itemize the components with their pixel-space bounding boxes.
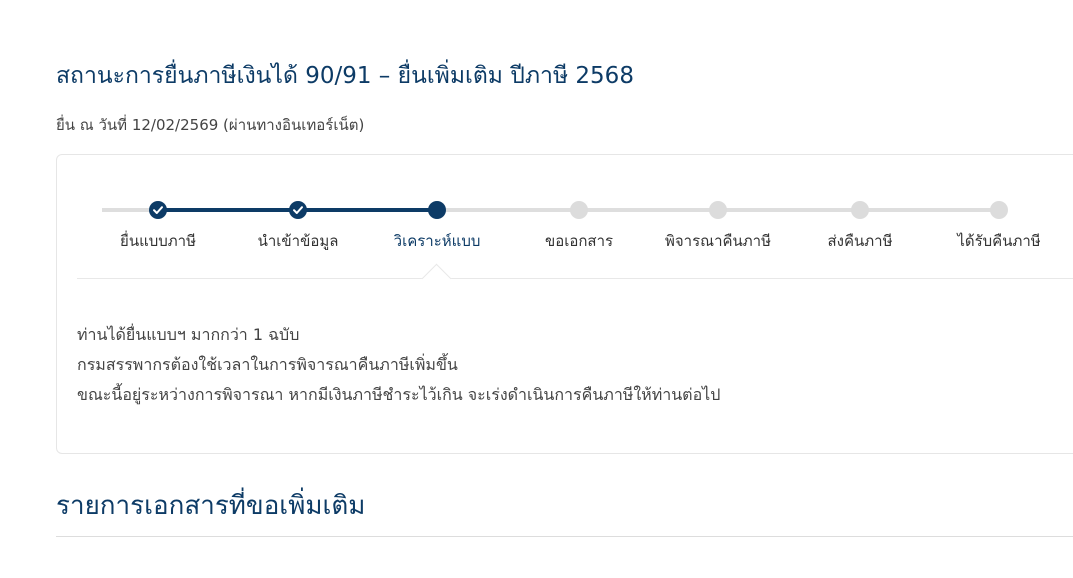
status-message-line: ท่านได้ยื่นแบบฯ มากกว่า 1 ฉบับ — [77, 325, 300, 344]
step-dot-send-refund — [851, 201, 869, 219]
step-dot-request-documents — [570, 201, 588, 219]
step-label-review-refund: พิจารณาคืนภาษี — [665, 232, 771, 250]
step-label-refund-received: ได้รับคืนภาษี — [957, 232, 1041, 250]
step-label-analyze: วิเคราะห์แบบ — [393, 232, 481, 250]
status-message-line: กรมสรรพากรต้องใช้เวลาในการพิจารณาคืนภาษี… — [77, 355, 458, 374]
page: สถานะการยื่นภาษีเงินได้ 90/91 – ยื่นเพิ่… — [0, 0, 1073, 578]
check-icon — [293, 206, 303, 214]
section-divider — [56, 536, 1073, 537]
step-label-file-return: ยื่นแบบภาษี — [120, 232, 196, 250]
step-label-request-documents: ขอเอกสาร — [544, 232, 614, 250]
status-message: ท่านได้ยื่นแบบฯ มากกว่า 1 ฉบับ กรมสรรพาก… — [77, 320, 720, 410]
step-dot-refund-received — [990, 201, 1008, 219]
step-dot-review-refund — [709, 201, 727, 219]
documents-section-title: รายการเอกสารที่ขอเพิ่มเติม — [56, 491, 366, 521]
card-divider — [77, 278, 1073, 279]
step-dot-import-data — [289, 201, 307, 219]
step-label-send-refund: ส่งคืนภาษี — [827, 232, 893, 250]
page-title: สถานะการยื่นภาษีเงินได้ 90/91 – ยื่นเพิ่… — [56, 63, 634, 89]
step-label-import-data: นำเข้าข้อมูล — [257, 232, 339, 250]
filing-date-subtitle: ยื่น ณ วันที่ 12/02/2569 (ผ่านทางอินเทอร… — [56, 116, 365, 134]
check-icon — [153, 206, 163, 214]
step-dot-file-return — [149, 201, 167, 219]
step-dot-analyze — [428, 201, 446, 219]
status-message-line: ขณะนี้อยู่ระหว่างการพิจารณา หากมีเงินภาษ… — [77, 385, 721, 404]
